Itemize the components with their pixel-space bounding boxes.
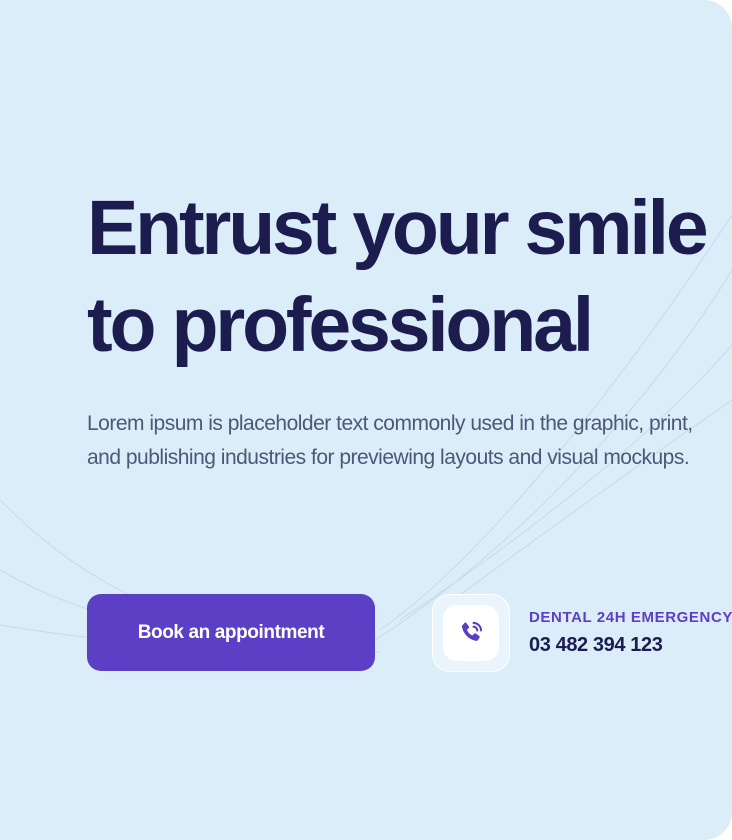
emergency-label: DENTAL 24H EMERGENCY xyxy=(529,609,732,626)
hero-headline: Entrust your smile to professional xyxy=(87,180,727,374)
headline-line-1: Entrust your smile xyxy=(87,185,709,271)
hero-description: Lorem ipsum is placeholder text commonly… xyxy=(87,412,693,469)
hero-section: Entrust your smile to professional Lorem… xyxy=(0,0,732,840)
headline-line-2: to professional xyxy=(87,282,594,368)
emergency-phone-number[interactable]: 03 482 394 123 xyxy=(529,634,663,657)
book-appointment-button[interactable]: Book an appointment xyxy=(87,594,375,671)
phone-ringing-icon xyxy=(461,621,483,641)
phone-tile-inner xyxy=(443,605,499,661)
phone-tile[interactable] xyxy=(432,594,510,672)
